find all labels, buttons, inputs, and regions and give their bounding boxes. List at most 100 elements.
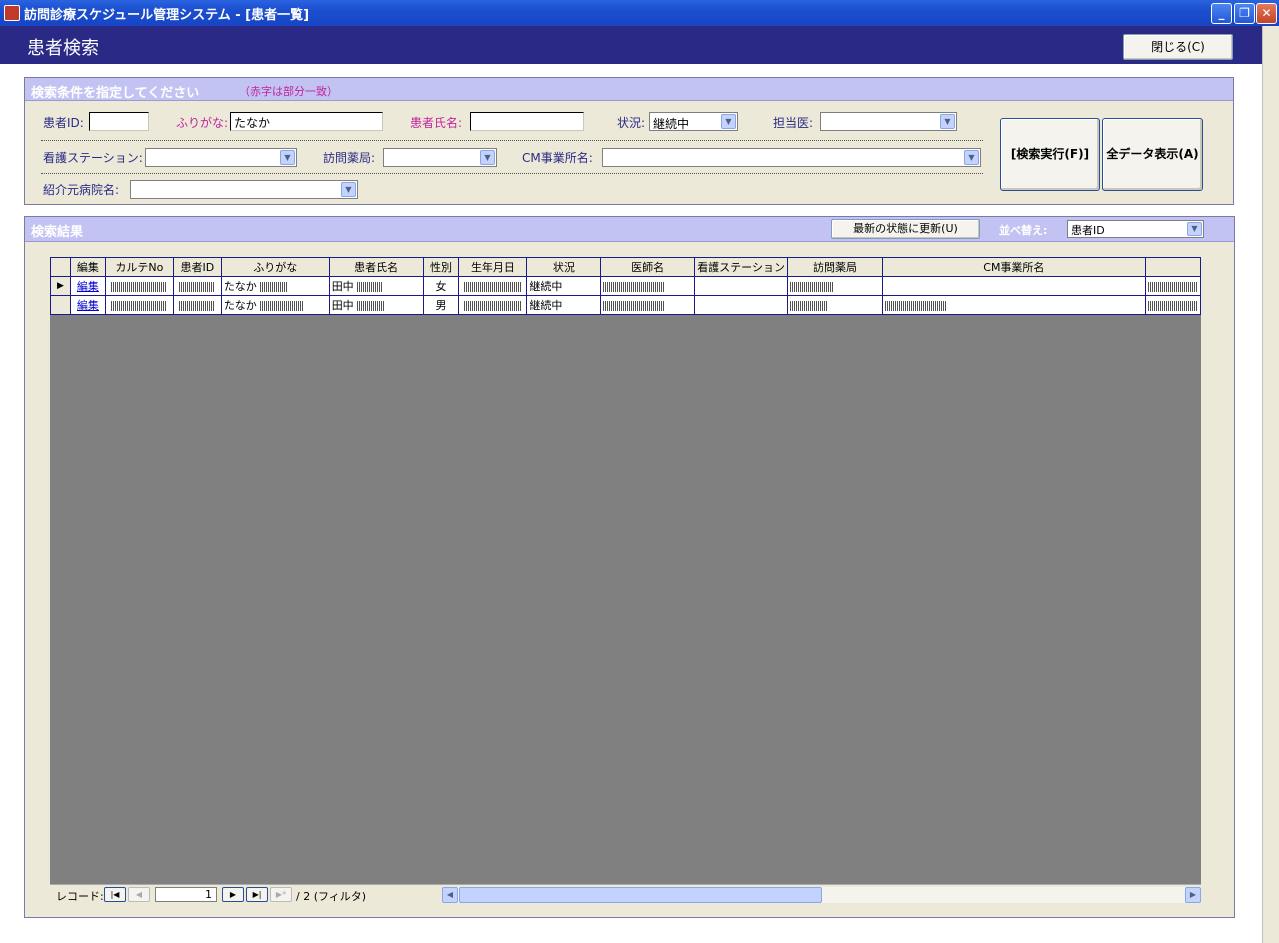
edit-link[interactable]: 編集 — [77, 299, 99, 312]
column-header[interactable]: 編集 — [69, 257, 106, 277]
refresh-button[interactable]: 最新の状態に更新(U) — [831, 219, 980, 239]
sort-select[interactable]: 患者ID ▼ — [1067, 220, 1204, 238]
table-header-row: 編集 カルテNo 患者ID ふりがな 患者氏名 性別 生年月日 状況 医師名 看… — [50, 257, 1202, 277]
column-header[interactable]: ふりがな — [220, 257, 330, 277]
redacted-cell — [600, 295, 696, 315]
patient-id-field[interactable] — [89, 112, 149, 131]
column-header[interactable]: 性別 — [422, 257, 460, 277]
chevron-down-icon[interactable]: ▼ — [940, 114, 955, 129]
scroll-right-icon[interactable]: ▶ — [1185, 887, 1201, 903]
nursing-station-select[interactable]: ▼ — [145, 148, 297, 167]
chevron-down-icon[interactable]: ▼ — [341, 182, 356, 197]
column-header[interactable]: 状況 — [526, 257, 602, 277]
edit-link[interactable]: 編集 — [77, 280, 99, 293]
record-selector-icon[interactable]: ▶ — [50, 276, 71, 296]
name-cell: 田中 — [328, 276, 424, 296]
redacted-cell — [104, 295, 174, 315]
last-record-icon[interactable]: ▶| — [246, 887, 268, 902]
sex-cell: 女 — [422, 276, 460, 296]
results-section-title: 検索結果 — [31, 225, 84, 240]
referral-hospital-label: 紹介元病院名: — [43, 183, 120, 197]
doctor-select[interactable]: ▼ — [820, 112, 957, 131]
column-header-overflow[interactable] — [1144, 257, 1202, 277]
sort-label: 並べ替え: — [999, 224, 1048, 237]
column-header[interactable]: 医師名 — [600, 257, 696, 277]
close-window-button[interactable]: ✕ — [1256, 3, 1277, 24]
column-header[interactable]: CM事業所名 — [881, 257, 1146, 277]
column-header[interactable]: 患者氏名 — [328, 257, 424, 277]
search-panel-header: 検索条件を指定してください （赤字は部分一致） — [25, 78, 1233, 101]
results-panel-header: 検索結果 最新の状態に更新(U) 並べ替え: 患者ID ▼ — [25, 217, 1234, 242]
column-header[interactable]: カルテNo — [104, 257, 174, 277]
show-all-button[interactable]: 全データ表示(A) — [1102, 118, 1203, 191]
results-table: 編集 カルテNo 患者ID ふりがな 患者氏名 性別 生年月日 状況 医師名 看… — [50, 257, 1202, 315]
name-cell: 田中 — [328, 295, 424, 315]
vertical-scrollbar[interactable] — [1262, 26, 1279, 943]
chevron-down-icon[interactable]: ▼ — [721, 114, 736, 129]
cm-office-select[interactable]: ▼ — [602, 148, 981, 167]
nursing-station-label: 看護ステーション: — [43, 151, 143, 165]
divider — [41, 173, 983, 174]
minimize-button[interactable]: _ — [1211, 3, 1232, 24]
table-row[interactable]: ▶ 編集 たなか 田中 女 継続中 — [50, 276, 1202, 296]
search-execute-button[interactable]: [検索実行(F)] — [1000, 118, 1100, 191]
first-record-icon[interactable]: |◀ — [104, 887, 126, 902]
divider — [41, 140, 983, 141]
redacted-cell — [600, 276, 696, 296]
cm-office-label: CM事業所名: — [522, 151, 593, 165]
next-record-icon[interactable]: ▶ — [222, 887, 244, 902]
chevron-down-icon[interactable]: ▼ — [964, 150, 979, 165]
doctor-label: 担当医: — [773, 116, 814, 130]
furigana-label: ふりがな: — [176, 116, 229, 130]
search-panel: 検索条件を指定してください （赤字は部分一致） 患者ID: ふりがな: たなか … — [24, 77, 1234, 205]
furigana-value: たなか — [223, 280, 257, 293]
column-header[interactable]: 生年月日 — [458, 257, 528, 277]
cm-office-cell — [881, 276, 1146, 296]
chevron-down-icon[interactable]: ▼ — [1187, 222, 1202, 236]
app-icon — [4, 5, 20, 21]
current-record-field[interactable]: 1 — [155, 887, 217, 902]
page-header: 患者検索 閉じる(C) — [0, 26, 1262, 64]
column-header[interactable]: 患者ID — [172, 257, 222, 277]
previous-record-icon[interactable]: ◀ — [128, 887, 150, 902]
redacted-cell — [787, 276, 883, 296]
horizontal-scrollbar[interactable]: ◀ ▶ — [442, 887, 1201, 903]
name-value: 田中 — [331, 299, 354, 312]
scroll-thumb[interactable] — [459, 887, 822, 903]
furigana-cell: たなか — [220, 276, 330, 296]
status-select[interactable]: 継続中 ▼ — [649, 112, 738, 131]
search-hint: （赤字は部分一致） — [239, 85, 338, 98]
status-label: 状況: — [617, 116, 646, 130]
search-section-title: 検索条件を指定してください — [31, 86, 200, 101]
pharmacy-select[interactable]: ▼ — [383, 148, 497, 167]
redacted-cell — [104, 276, 174, 296]
record-navigation-bar: レコード: |◀ ◀ 1 ▶ ▶| ▶* / 2 (フィルタ) ◀ ▶ — [50, 884, 1201, 903]
window-title: 訪問診療スケジュール管理システム - [患者一覧] — [24, 8, 310, 23]
close-form-button[interactable]: 閉じる(C) — [1123, 34, 1233, 60]
redacted-cell — [172, 295, 222, 315]
column-header[interactable]: 訪問薬局 — [787, 257, 883, 277]
patient-name-label: 患者氏名: — [410, 116, 463, 130]
patient-name-field[interactable] — [470, 112, 584, 131]
results-grid: 編集 カルテNo 患者ID ふりがな 患者氏名 性別 生年月日 状況 医師名 看… — [50, 257, 1202, 884]
scroll-left-icon[interactable]: ◀ — [442, 887, 458, 903]
furigana-field[interactable]: たなか — [230, 112, 383, 131]
new-record-icon[interactable]: ▶* — [270, 887, 292, 902]
column-header[interactable]: 看護ステーション — [694, 257, 789, 277]
furigana-cell: たなか — [220, 295, 330, 315]
sort-select-value: 患者ID — [1071, 224, 1105, 237]
chevron-down-icon[interactable]: ▼ — [480, 150, 495, 165]
furigana-value: たなか — [223, 299, 257, 312]
nursing-cell — [694, 276, 789, 296]
redacted-cell — [172, 276, 222, 296]
record-selector[interactable] — [50, 295, 71, 315]
redacted-cell — [458, 276, 528, 296]
table-row[interactable]: 編集 たなか 田中 男 継続中 — [50, 295, 1202, 315]
referral-hospital-select[interactable]: ▼ — [130, 180, 358, 199]
redacted-cell — [787, 295, 883, 315]
pharmacy-label: 訪問薬局: — [323, 151, 376, 165]
name-value: 田中 — [331, 280, 354, 293]
restore-button[interactable]: ❐ — [1234, 3, 1255, 24]
chevron-down-icon[interactable]: ▼ — [280, 150, 295, 165]
redacted-cell — [458, 295, 528, 315]
